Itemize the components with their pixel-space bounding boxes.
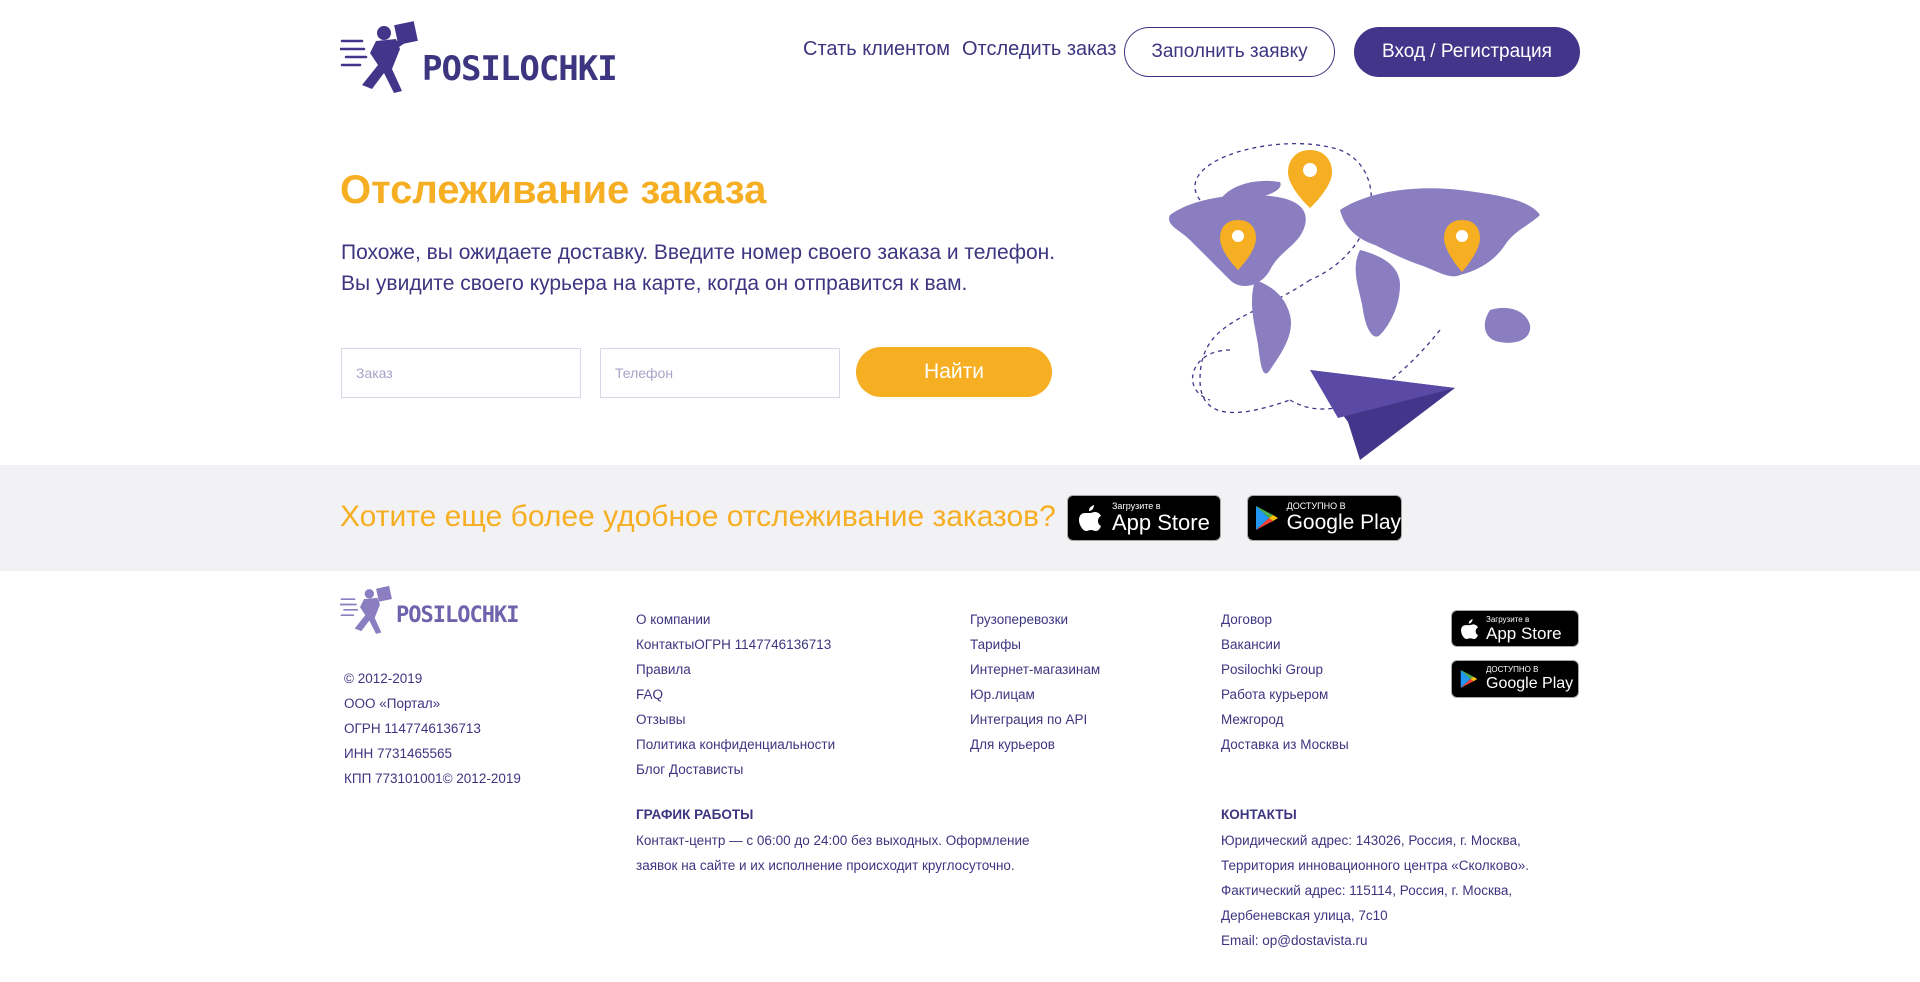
nav-track-order[interactable]: Отследить заказ	[962, 38, 1116, 61]
order-input[interactable]	[341, 348, 581, 398]
page-title: Отслеживание заказа	[340, 168, 767, 212]
footer-link-group[interactable]: Posilochki Group	[1221, 662, 1323, 677]
google-play-small-text: ДОСТУПНО В	[1286, 501, 1346, 511]
contacts-text: Юридический адрес: 143026, Россия, г. Мо…	[1221, 828, 1529, 953]
login-register-button[interactable]: Вход / Регистрация	[1354, 27, 1580, 77]
legal-line: ОГРН 1147746136713	[344, 721, 481, 736]
email-link[interactable]: op@dostavista.ru	[1262, 933, 1367, 948]
contacts-email-line: Email: op@dostavista.ru	[1221, 928, 1529, 953]
footer-link-reviews[interactable]: Отзывы	[636, 712, 685, 727]
legal-line: ИНН 7731465565	[344, 746, 453, 761]
footer-logo-text: POSILOCHKI	[396, 603, 519, 628]
nav-become-client[interactable]: Стать клиентом	[803, 38, 950, 61]
footer-links-more: Договор Вакансии Posilochki Group Работа…	[1221, 607, 1349, 757]
hero-description: Похоже, вы ожидаете доставку. Введите но…	[341, 237, 1101, 299]
schedule-heading: ГРАФИК РАБОТЫ	[636, 807, 754, 822]
footer-logo[interactable]: POSILOCHKI	[339, 583, 519, 638]
footer-link-tariffs[interactable]: Тарифы	[970, 637, 1021, 652]
footer-link-from-moscow[interactable]: Доставка из Москвы	[1221, 737, 1349, 752]
footer-link-blog[interactable]: Блог Достависты	[636, 762, 743, 777]
footer-link-online-stores[interactable]: Интернет-магазинам	[970, 662, 1100, 677]
footer-link-couriers[interactable]: Для курьеров	[970, 737, 1055, 752]
footer-link-freight[interactable]: Грузоперевозки	[970, 612, 1068, 627]
fill-request-button[interactable]: Заполнить заявку	[1124, 27, 1335, 77]
google-play-icon	[1452, 669, 1486, 689]
footer-link-rules[interactable]: Правила	[636, 662, 691, 677]
app-promo-banner: Хотите еще более удобное отслеживание за…	[0, 465, 1920, 571]
google-play-icon	[1248, 505, 1287, 531]
footer-app-store-badge[interactable]: Загрузите в App Store	[1451, 610, 1579, 647]
find-button[interactable]: Найти	[856, 347, 1052, 397]
legal-line: © 2012-2019	[344, 671, 423, 686]
site-logo[interactable]: POSILOCHKI	[338, 19, 618, 97]
footer-link-vacancies[interactable]: Вакансии	[1221, 637, 1281, 652]
footer-google-play-small-text: ДОСТУПНО В	[1486, 665, 1539, 674]
footer-link-about[interactable]: О компании	[636, 612, 710, 627]
contacts-line-4: Дербеневская улица, 7с10	[1221, 908, 1388, 923]
footer-links-services: Грузоперевозки Тарифы Интернет-магазинам…	[970, 607, 1100, 757]
footer-link-contract[interactable]: Договор	[1221, 612, 1272, 627]
hero-line-1: Похоже, вы ожидаете доставку. Введите но…	[341, 241, 1056, 264]
contacts-line-3: Фактический адрес: 115114, Россия, г. Мо…	[1221, 883, 1513, 898]
email-label: Email:	[1221, 933, 1263, 948]
footer-app-store-small-text: Загрузите в	[1486, 614, 1530, 624]
app-store-badge[interactable]: Загрузите в App Store	[1067, 495, 1221, 541]
footer-link-legal-entities[interactable]: Юр.лицам	[970, 687, 1035, 702]
app-store-big-text: App Store	[1112, 510, 1210, 535]
schedule-line-1: Контакт-центр — с 06:00 до 24:00 без вых…	[636, 833, 1030, 848]
banner-text: Хотите еще более удобное отслеживание за…	[340, 500, 1056, 533]
phone-input[interactable]	[600, 348, 840, 398]
footer-link-api[interactable]: Интеграция по API	[970, 712, 1087, 727]
footer-app-store-big-text: App Store	[1486, 623, 1562, 643]
world-map-illustration	[1169, 143, 1540, 460]
legal-line: КПП 773101001© 2012-2019	[344, 771, 521, 786]
footer-links-company: О компании КонтактыОГРН 1147746136713 Пр…	[636, 607, 835, 782]
footer-link-courier-job[interactable]: Работа курьером	[1221, 687, 1328, 702]
google-play-badge[interactable]: ДОСТУПНО В Google Play	[1247, 495, 1402, 541]
courier-logo-icon	[339, 585, 392, 634]
contacts-heading: КОНТАКТЫ	[1221, 807, 1297, 822]
apple-icon	[1452, 618, 1486, 639]
hero-line-2: Вы увидите своего курьера на карте, когд…	[341, 272, 968, 295]
footer-legal-info: © 2012-2019 ООО «Портал» ОГРН 1147746136…	[344, 666, 521, 791]
legal-line: ООО «Портал»	[344, 696, 441, 711]
footer-link-contacts[interactable]: КонтактыОГРН 1147746136713	[636, 637, 831, 652]
google-play-big-text: Google Play	[1286, 511, 1401, 534]
apple-icon	[1068, 505, 1112, 531]
footer-link-privacy[interactable]: Политика конфиденциальности	[636, 737, 835, 752]
contacts-line-1: Юридический адрес: 143026, Россия, г. Мо…	[1221, 833, 1521, 848]
paper-plane-icon	[1310, 370, 1455, 460]
footer-link-intercity[interactable]: Межгород	[1221, 712, 1284, 727]
contacts-line-2: Территория инновационного центра «Сколко…	[1221, 858, 1530, 873]
footer-link-faq[interactable]: FAQ	[636, 687, 663, 702]
footer-google-play-big-text: Google Play	[1486, 675, 1574, 692]
logo-text: POSILOCHKI	[422, 49, 618, 89]
schedule-line-2: заявок на сайте и их исполнение происход…	[636, 858, 1015, 873]
schedule-text: Контакт-центр — с 06:00 до 24:00 без вых…	[636, 828, 1030, 878]
footer-google-play-badge[interactable]: ДОСТУПНО В Google Play	[1451, 660, 1579, 698]
courier-logo-icon	[338, 21, 418, 93]
